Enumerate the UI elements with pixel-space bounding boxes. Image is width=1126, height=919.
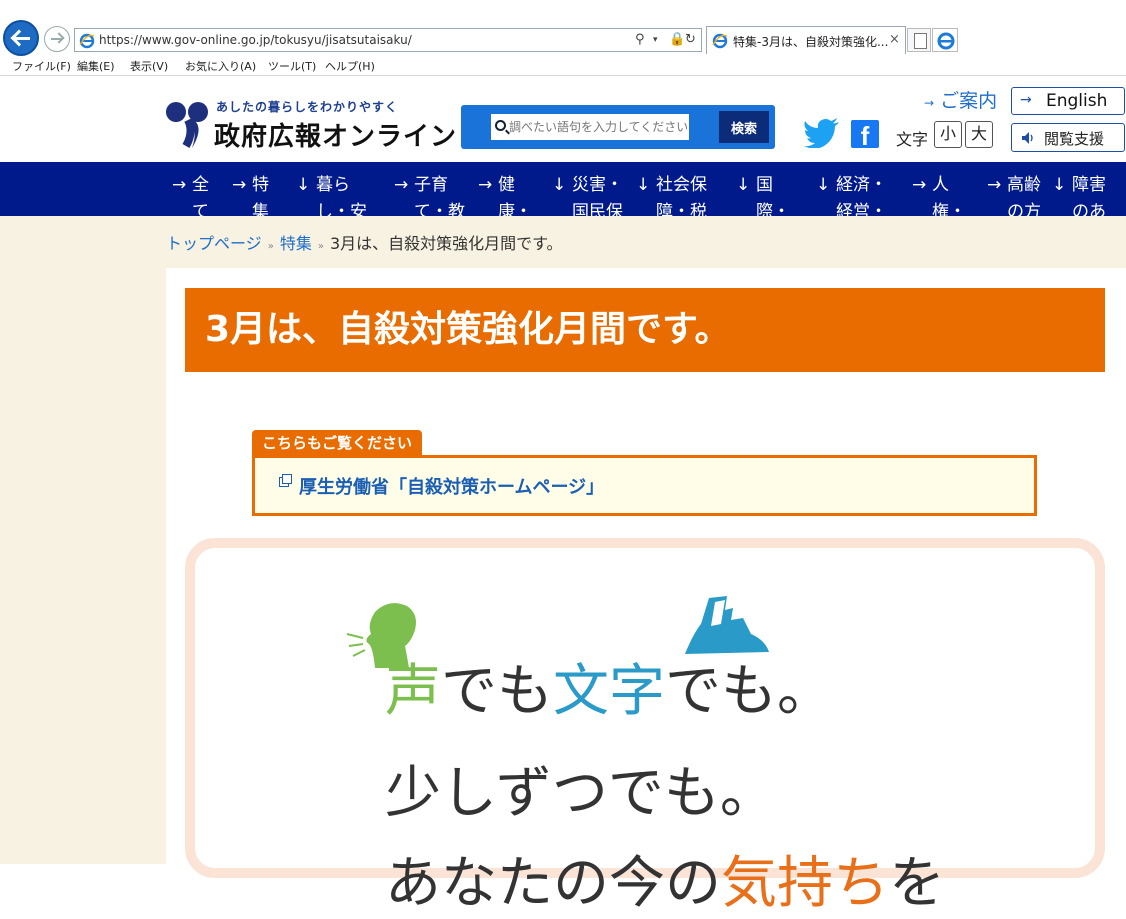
facebook-icon[interactable]: f — [851, 120, 879, 148]
breadcrumb-separator: » — [267, 241, 274, 252]
search-icon[interactable]: ⚲ — [635, 32, 645, 47]
ie-icon — [712, 33, 728, 49]
promo-line-3: あなたの今の気持ちを — [385, 851, 945, 916]
site-tagline: あしたの暮らしをわかりやすく — [216, 100, 399, 114]
search-button[interactable]: 検索 — [719, 111, 769, 143]
chevron-down-icon[interactable]: ▾ — [653, 35, 658, 45]
text-size-label: 文字 — [896, 130, 929, 149]
breadcrumb-bar: トップページ » 特集 » 3月は、自殺対策強化月間です。 — [0, 216, 1126, 268]
tab-title: 特集-3月は、自殺対策強化... — [733, 35, 889, 49]
address-bar[interactable]: https://www.gov-online.go.jp/tokusyu/jis… — [74, 28, 702, 52]
related-link[interactable]: 厚生労働省「自殺対策ホームページ」 — [299, 473, 604, 499]
menu-edit[interactable]: 編集(E) — [77, 58, 115, 74]
browser-tab[interactable]: 特集-3月は、自殺対策強化... × — [706, 26, 906, 54]
back-arrow-icon[interactable] — [3, 20, 39, 56]
search-box: 検索 — [461, 105, 775, 149]
breadcrumb-separator: » — [317, 241, 324, 252]
arrow-right-icon: → — [924, 96, 935, 110]
arrow-right-icon: → — [987, 175, 1002, 195]
english-button[interactable]: → English — [1011, 87, 1125, 115]
search-input[interactable] — [509, 114, 687, 140]
arrow-right-icon: → — [172, 175, 187, 195]
related-label: こちらもご覧ください — [252, 430, 423, 456]
reading-support-label: 閲覧支援 — [1044, 130, 1105, 148]
breadcrumb-home-link[interactable]: トップページ — [166, 234, 262, 253]
arrow-down-icon: ↓ — [816, 175, 831, 195]
breadcrumb-current: 3月は、自殺対策強化月間です。 — [329, 234, 563, 253]
speaker-icon — [1022, 132, 1033, 144]
related-box: 厚生労働省「自殺対策ホームページ」 — [252, 455, 1037, 516]
global-nav: →全て →特集 ↓暮らし・安全 →子育て・教育 →健康・医療 ↓災害・国民保護 … — [0, 162, 1126, 276]
external-link-icon — [279, 474, 292, 487]
arrow-down-icon: ↓ — [736, 175, 751, 195]
arrow-right-icon: → — [394, 175, 409, 195]
search-icon — [495, 120, 506, 131]
site-logo[interactable]: あしたの暮らしをわかりやすく 政府広報オンライン — [164, 96, 458, 152]
arrow-down-icon: ↓ — [552, 175, 567, 195]
menu-help[interactable]: ヘルプ(H) — [325, 58, 375, 74]
search-input-wrap — [491, 114, 689, 140]
forward-arrow-icon[interactable] — [44, 26, 70, 52]
close-icon[interactable]: × — [889, 32, 900, 47]
menu-file[interactable]: ファイル(F) — [12, 58, 71, 74]
edge-icon[interactable] — [932, 28, 958, 52]
twitter-icon[interactable] — [804, 118, 840, 148]
arrow-right-icon: → — [1020, 92, 1032, 108]
promo-line-2: 少しずつでも。 — [385, 761, 776, 826]
ie-icon — [79, 33, 95, 49]
logo-mark-icon — [166, 102, 208, 148]
arrow-down-icon: ↓ — [1052, 175, 1067, 195]
breadcrumb-section-link[interactable]: 特集 — [280, 234, 312, 253]
promo-line-1: 声でも文字でも。 — [385, 659, 833, 724]
arrow-right-icon: → — [232, 175, 247, 195]
arrow-right-icon: → — [912, 175, 927, 195]
arrow-down-icon: ↓ — [636, 175, 651, 195]
site-header: あしたの暮らしをわかりやすく 政府広報オンライン 検索 → ご案内 → Engl… — [0, 76, 1126, 162]
guide-link-label: ご案内 — [940, 90, 998, 112]
page-title: 3月は、自殺対策強化月間です。 — [185, 288, 1105, 372]
text-size-small-button[interactable]: 小 — [934, 121, 962, 148]
english-label: English — [1046, 91, 1108, 111]
new-tab-icon[interactable] — [907, 28, 931, 52]
arrow-down-icon: ↓ — [296, 175, 311, 195]
menu-favorites[interactable]: お気に入り(A) — [185, 58, 256, 74]
reading-support-button[interactable]: 閲覧支援 — [1011, 123, 1125, 152]
menu-view[interactable]: 表示(V) — [130, 58, 168, 74]
text-size-large-button[interactable]: 大 — [965, 121, 993, 148]
lock-icon[interactable]: 🔒 — [669, 32, 685, 47]
guide-link[interactable]: → ご案内 — [924, 86, 997, 113]
menu-tools[interactable]: ツール(T) — [268, 58, 316, 74]
site-title: 政府広報オンライン — [214, 122, 458, 152]
browser-chrome: https://www.gov-online.go.jp/tokusyu/jis… — [0, 0, 1126, 76]
promo-banner: 声でも文字でも。 少しずつでも。 あなたの今の気持ちを — [185, 538, 1105, 916]
menu-bar: ファイル(F) 編集(E) 表示(V) お気に入り(A) ツール(T) ヘルプ(… — [0, 56, 1126, 76]
main-content: 3月は、自殺対策強化月間です。 こちらもご覧ください 厚生労働省「自殺対策ホーム… — [166, 268, 1126, 916]
arrow-right-icon: → — [478, 175, 493, 195]
url-text: https://www.gov-online.go.jp/tokusyu/jis… — [99, 33, 412, 47]
breadcrumb: トップページ » 特集 » 3月は、自殺対策強化月間です。 — [166, 230, 563, 254]
refresh-icon[interactable]: ↻ — [685, 32, 696, 47]
